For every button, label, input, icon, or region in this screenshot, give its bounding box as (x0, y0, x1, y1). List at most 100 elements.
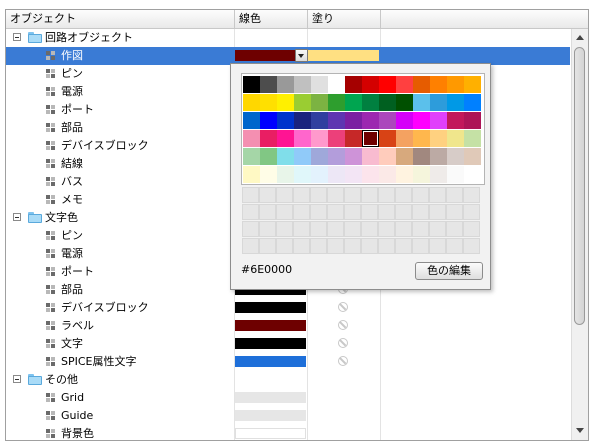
scroll-thumb[interactable] (574, 47, 585, 325)
palette-color-cell[interactable] (260, 94, 277, 111)
line-color-swatch[interactable] (235, 410, 306, 421)
color-dropdown-icon[interactable] (295, 49, 308, 62)
palette-color-cell[interactable] (379, 76, 396, 93)
palette-color-cell[interactable] (260, 130, 277, 147)
palette-color-cell[interactable] (328, 166, 345, 183)
tree-item-row[interactable]: SPICE属性文字 (6, 353, 570, 371)
custom-color-cell[interactable] (276, 187, 293, 203)
custom-color-cell[interactable] (395, 204, 412, 220)
palette-color-cell[interactable] (447, 130, 464, 147)
custom-color-cell[interactable] (259, 204, 276, 220)
palette-color-cell[interactable] (260, 112, 277, 129)
palette-color-cell[interactable] (328, 94, 345, 111)
collapse-toggle-icon[interactable] (13, 33, 21, 41)
palette-color-cell[interactable] (277, 130, 294, 147)
custom-color-cell[interactable] (412, 221, 429, 237)
custom-color-cell[interactable] (361, 187, 378, 203)
custom-color-cell[interactable] (242, 221, 259, 237)
palette-color-cell[interactable] (294, 130, 311, 147)
line-color-swatch[interactable] (235, 392, 306, 403)
palette-color-cell[interactable] (311, 166, 328, 183)
custom-color-cell[interactable] (344, 238, 361, 254)
custom-color-cell[interactable] (310, 221, 327, 237)
tree-item-row[interactable]: 文字 (6, 335, 570, 353)
palette-color-cell[interactable] (447, 76, 464, 93)
palette-color-cell[interactable] (328, 112, 345, 129)
tree-item-row[interactable]: 背景色 (6, 425, 570, 440)
custom-color-cell[interactable] (378, 221, 395, 237)
custom-color-cell[interactable] (242, 238, 259, 254)
group-row[interactable]: その他 (6, 371, 570, 389)
custom-color-cell[interactable] (463, 187, 480, 203)
custom-color-cell[interactable] (412, 238, 429, 254)
custom-color-cell[interactable] (276, 204, 293, 220)
palette-color-cell[interactable] (345, 112, 362, 129)
custom-color-cell[interactable] (395, 187, 412, 203)
palette-color-cell[interactable] (243, 94, 260, 111)
palette-color-cell[interactable] (311, 148, 328, 165)
line-color-swatch[interactable] (235, 302, 306, 313)
custom-color-cell[interactable] (293, 187, 310, 203)
custom-color-cell[interactable] (310, 204, 327, 220)
palette-color-cell[interactable] (379, 148, 396, 165)
no-fill-icon[interactable] (338, 338, 348, 348)
custom-color-cell[interactable] (463, 221, 480, 237)
custom-color-cell[interactable] (242, 204, 259, 220)
palette-color-cell[interactable] (345, 130, 362, 147)
palette-color-cell[interactable] (379, 130, 396, 147)
custom-color-cell[interactable] (327, 221, 344, 237)
palette-color-cell[interactable] (379, 94, 396, 111)
custom-color-cell[interactable] (463, 204, 480, 220)
palette-color-cell[interactable] (413, 76, 430, 93)
custom-color-cell[interactable] (463, 238, 480, 254)
palette-color-cell[interactable] (277, 148, 294, 165)
header-line-color[interactable]: 線色 (235, 10, 308, 28)
custom-color-cell[interactable] (446, 204, 463, 220)
palette-color-cell[interactable] (362, 76, 379, 93)
palette-color-cell[interactable] (362, 166, 379, 183)
palette-color-cell[interactable] (243, 166, 260, 183)
line-color-swatch[interactable] (235, 320, 306, 331)
scroll-up-arrow-icon[interactable] (572, 31, 588, 45)
line-color-swatch[interactable] (235, 356, 306, 367)
collapse-toggle-icon[interactable] (13, 375, 21, 383)
custom-color-cell[interactable] (310, 238, 327, 254)
vertical-scrollbar[interactable] (571, 29, 588, 440)
palette-color-cell[interactable] (447, 94, 464, 111)
custom-color-cell[interactable] (378, 238, 395, 254)
palette-color-cell[interactable] (413, 148, 430, 165)
custom-color-cell[interactable] (344, 204, 361, 220)
palette-color-cell[interactable] (294, 76, 311, 93)
palette-color-cell[interactable] (430, 148, 447, 165)
custom-color-cell[interactable] (344, 221, 361, 237)
palette-color-cell[interactable] (396, 148, 413, 165)
palette-color-cell[interactable] (328, 76, 345, 93)
palette-color-cell[interactable] (362, 130, 379, 147)
palette-color-cell[interactable] (328, 148, 345, 165)
palette-color-cell[interactable] (430, 94, 447, 111)
custom-color-cell[interactable] (429, 204, 446, 220)
palette-color-cell[interactable] (243, 112, 260, 129)
custom-color-cell[interactable] (293, 204, 310, 220)
header-fill[interactable]: 塗り (308, 10, 381, 28)
no-fill-icon[interactable] (338, 320, 348, 330)
tree-item-row[interactable]: Grid (6, 389, 570, 407)
custom-color-cell[interactable] (412, 204, 429, 220)
palette-color-cell[interactable] (396, 94, 413, 111)
palette-color-cell[interactable] (447, 148, 464, 165)
palette-color-cell[interactable] (294, 94, 311, 111)
palette-color-cell[interactable] (294, 166, 311, 183)
palette-color-cell[interactable] (379, 166, 396, 183)
palette-color-cell[interactable] (277, 76, 294, 93)
custom-color-cell[interactable] (361, 204, 378, 220)
palette-color-cell[interactable] (396, 130, 413, 147)
palette-color-cell[interactable] (430, 112, 447, 129)
palette-color-cell[interactable] (328, 130, 345, 147)
custom-color-cell[interactable] (344, 187, 361, 203)
palette-color-cell[interactable] (345, 148, 362, 165)
palette-color-cell[interactable] (243, 130, 260, 147)
palette-color-cell[interactable] (379, 112, 396, 129)
tree-item-row[interactable]: ラベル (6, 317, 570, 335)
custom-color-cell[interactable] (259, 221, 276, 237)
palette-color-cell[interactable] (345, 94, 362, 111)
